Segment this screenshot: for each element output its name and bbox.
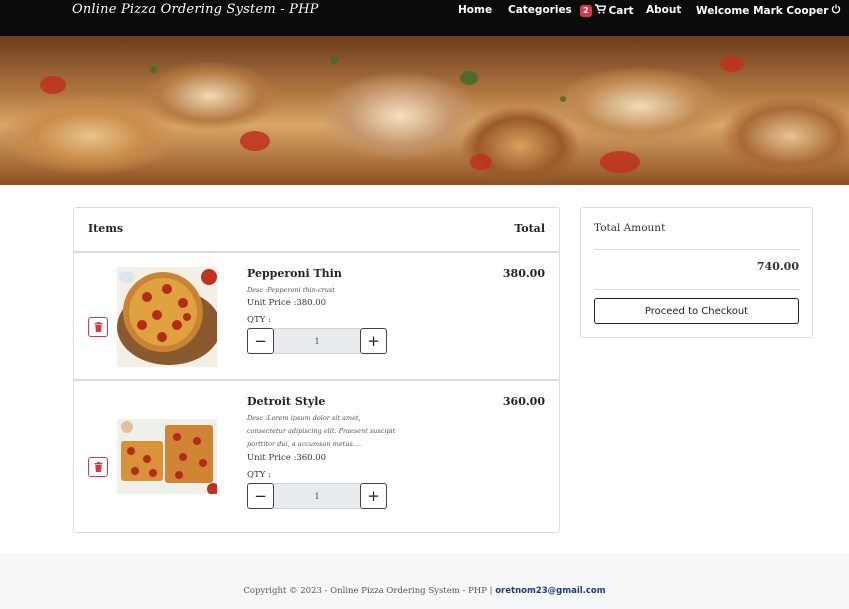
welcome-text: Welcome Mark Cooper [696,4,829,17]
cart-item-row: Detroit Style Desc :Lorem ipsum dolor si… [74,380,559,532]
qty-decrease-button[interactable]: − [247,328,274,354]
nav-cart-label: Cart [608,4,634,17]
cart-items-card: Items Total Pepperoni Thin Desc :Peppero… [73,207,560,533]
column-header-items: Items [88,222,124,235]
cart-table-header: Items Total [74,208,559,252]
product-image-pepperoni [117,267,217,367]
qty-input[interactable]: 1 [274,483,360,509]
quantity-stepper: − 1 + [247,483,387,509]
copyright-label: Copyright © 2023 - Online Pizza Ordering… [243,586,496,596]
product-description: Desc :Lorem ipsum dolor sit amet, consec… [247,414,396,448]
qty-increase-button[interactable]: + [360,328,387,354]
nav-cart[interactable]: 2 Cart [580,4,634,17]
plus-icon: + [367,332,380,350]
product-image-detroit [117,419,217,494]
total-amount-value: 740.00 [756,260,799,273]
product-description: Desc :Pepperoni thin-crust [247,286,335,294]
proceed-to-checkout-button[interactable]: Proceed to Checkout [594,298,799,324]
summary-title: Total Amount [594,222,666,234]
remove-item-button[interactable] [88,317,108,337]
trash-icon [94,462,102,472]
remove-item-button[interactable] [88,457,108,477]
nav-home[interactable]: Home [458,4,492,16]
author-email-link[interactable]: oretnom23@gmail.com [495,586,605,596]
unit-price: Unit Price :360.00 [247,453,327,463]
qty-input[interactable]: 1 [274,328,360,354]
plus-icon: + [367,487,380,505]
minus-icon: − [254,332,267,350]
copyright-text: Copyright © 2023 - Online Pizza Ordering… [0,586,849,596]
product-name: Pepperoni Thin [247,267,342,280]
user-menu[interactable]: Welcome Mark Cooper [696,4,841,17]
quantity-stepper: − 1 + [247,328,387,354]
qty-decrease-button[interactable]: − [247,483,274,509]
site-brand[interactable]: Online Pizza Ordering System - PHP [72,2,319,17]
power-icon[interactable] [831,4,841,17]
minus-icon: − [254,487,267,505]
nav-categories[interactable]: Categories [508,4,572,16]
site-footer: Copyright © 2023 - Online Pizza Ordering… [0,553,849,609]
trash-icon [94,322,102,332]
cart-item-row: Pepperoni Thin Desc :Pepperoni thin-crus… [74,252,559,380]
row-total: 360.00 [502,395,545,408]
divider [594,249,799,250]
nav-about[interactable]: About [646,4,681,16]
row-total: 380.00 [502,267,545,280]
cart-count-badge: 2 [580,4,592,17]
top-navbar: Online Pizza Ordering System - PHP Home … [0,0,849,36]
qty-label: QTY : [247,315,271,325]
column-header-total: Total [514,222,545,235]
qty-increase-button[interactable]: + [360,483,387,509]
product-name: Detroit Style [247,395,326,408]
unit-price: Unit Price :380.00 [247,298,327,308]
hero-banner-image [0,36,849,185]
divider [594,289,799,290]
cart-icon [594,4,607,17]
qty-label: QTY : [247,470,271,480]
order-summary-card: Total Amount 740.00 Proceed to Checkout [580,207,813,338]
